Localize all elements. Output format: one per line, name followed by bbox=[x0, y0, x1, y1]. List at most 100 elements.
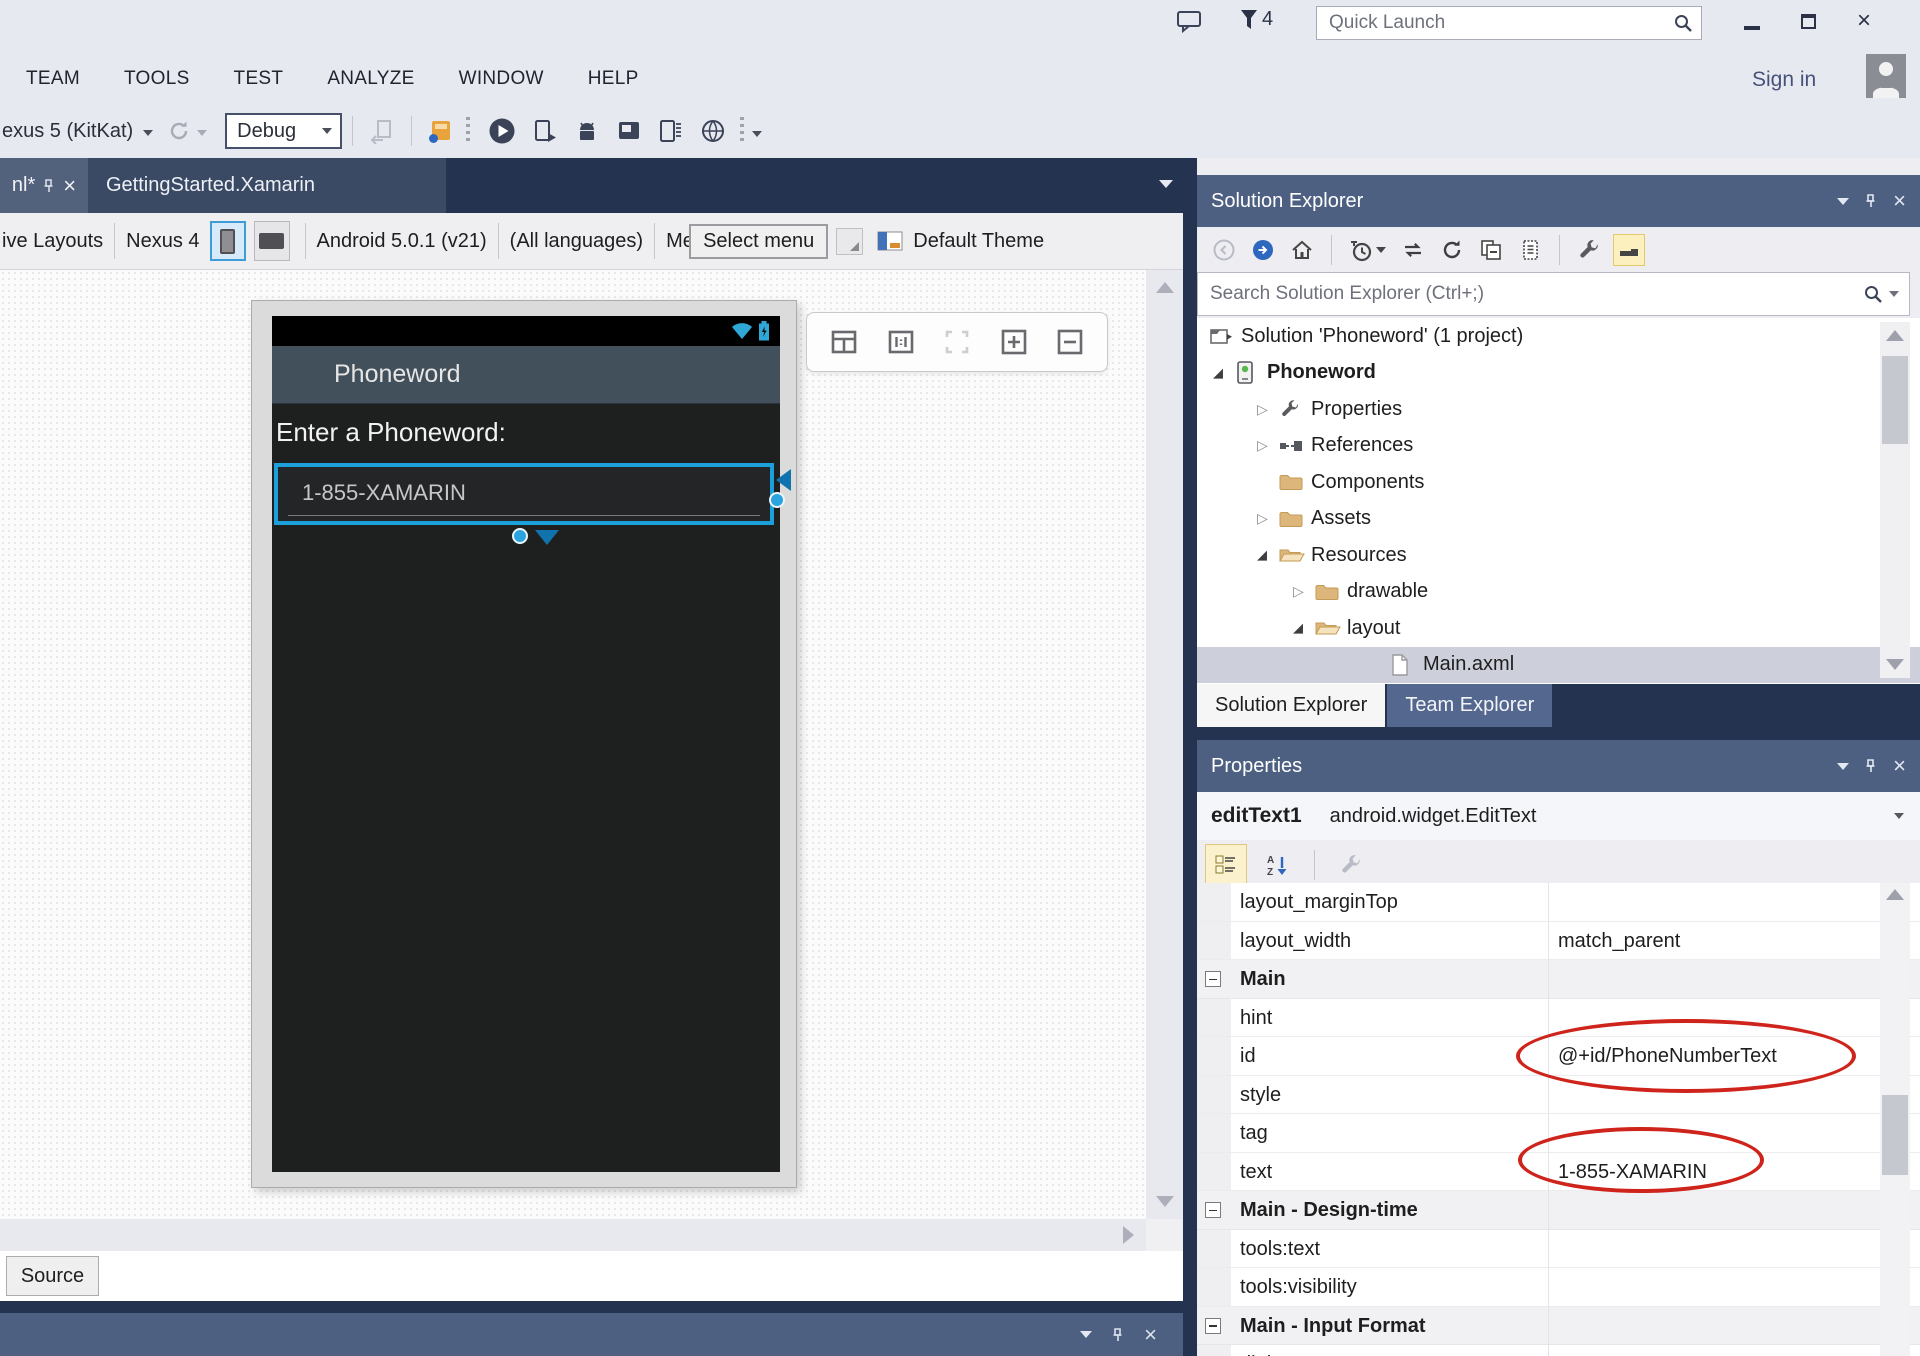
split-view-button[interactable] bbox=[829, 327, 859, 357]
chevron-down-icon[interactable] bbox=[1837, 763, 1849, 770]
edittext-widget-selected[interactable]: 1-855-XAMARIN bbox=[274, 463, 774, 525]
source-tab[interactable]: Source bbox=[6, 1256, 99, 1296]
device-dropdown-caret[interactable] bbox=[143, 130, 153, 136]
grid-column-divider[interactable] bbox=[1548, 883, 1549, 1356]
search-options-caret[interactable] bbox=[1889, 291, 1899, 297]
property-row-digits[interactable]: digits bbox=[1197, 1345, 1920, 1356]
pending-changes-button[interactable] bbox=[1346, 235, 1389, 265]
theme-selector[interactable]: Default Theme bbox=[913, 230, 1044, 253]
property-row-tools-text[interactable]: tools:text bbox=[1197, 1230, 1920, 1269]
maximize-button[interactable] bbox=[1788, 2, 1828, 40]
zoom-in-button[interactable] bbox=[999, 327, 1029, 357]
device-dropdown[interactable]: exus 5 (KitKat) bbox=[2, 120, 133, 143]
property-category-main-input-format[interactable]: Main - Input Format bbox=[1197, 1307, 1920, 1346]
refresh-devices-icon[interactable] bbox=[167, 119, 191, 143]
package-icon[interactable] bbox=[428, 119, 452, 143]
show-all-files-button[interactable] bbox=[1613, 234, 1645, 266]
scrollbar-thumb[interactable] bbox=[1882, 356, 1908, 444]
selected-object-row[interactable]: editText1 android.widget.EditText bbox=[1197, 792, 1920, 840]
config-dropdown[interactable]: Debug bbox=[225, 113, 342, 149]
menu-window[interactable]: WINDOW bbox=[457, 60, 546, 98]
toolbar-overflow-caret[interactable] bbox=[752, 131, 762, 137]
property-row-text[interactable]: text1-855-XAMARIN bbox=[1197, 1153, 1920, 1192]
tree-item-layout[interactable]: ◢layout bbox=[1197, 610, 1920, 647]
tree-item-phoneword[interactable]: ◢Phoneword bbox=[1197, 355, 1920, 392]
tab-main-axml[interactable]: nl* × bbox=[0, 158, 88, 213]
scroll-down-icon[interactable] bbox=[1886, 659, 1904, 670]
tab-team-explorer[interactable]: Team Explorer bbox=[1387, 684, 1552, 727]
tree-item-drawable[interactable]: ▷drawable bbox=[1197, 574, 1920, 611]
pin-icon[interactable] bbox=[43, 179, 55, 193]
close-icon[interactable]: × bbox=[1893, 755, 1906, 777]
scroll-up-icon[interactable] bbox=[1886, 889, 1904, 900]
pin-icon[interactable] bbox=[1865, 759, 1877, 773]
property-row-tag[interactable]: tag bbox=[1197, 1114, 1920, 1153]
zoom-out-button[interactable] bbox=[1055, 327, 1085, 357]
collapse-all-button[interactable] bbox=[1476, 235, 1506, 265]
tree-item-assets[interactable]: ▷Assets bbox=[1197, 501, 1920, 538]
expanded-expander-icon[interactable]: ◢ bbox=[1213, 365, 1235, 381]
collapsed-expander-icon[interactable]: ▷ bbox=[1293, 583, 1315, 600]
sign-in-link[interactable]: Sign in bbox=[1752, 68, 1816, 92]
actual-size-button[interactable] bbox=[886, 327, 916, 357]
menu-help[interactable]: HELP bbox=[586, 60, 641, 98]
menu-dropdown-button[interactable] bbox=[836, 228, 863, 255]
collapsed-expander-icon[interactable]: ▷ bbox=[1257, 401, 1279, 418]
refresh-button[interactable] bbox=[1437, 235, 1467, 265]
scroll-up-icon[interactable] bbox=[1156, 282, 1174, 293]
language-selector[interactable]: (All languages) bbox=[510, 230, 643, 253]
property-category-main[interactable]: Main bbox=[1197, 960, 1920, 999]
tab-solution-explorer[interactable]: Solution Explorer bbox=[1197, 684, 1385, 727]
property-row-hint[interactable]: hint bbox=[1197, 999, 1920, 1038]
selection-handle-right[interactable] bbox=[769, 492, 785, 508]
quick-launch-input[interactable] bbox=[1317, 12, 1673, 34]
property-row-id[interactable]: id@+id/PhoneNumberText bbox=[1197, 1037, 1920, 1076]
collapse-category-icon[interactable] bbox=[1205, 1202, 1221, 1218]
property-row-layout-marginTop[interactable]: layout_marginTop bbox=[1197, 883, 1920, 922]
close-button[interactable]: × bbox=[1844, 2, 1884, 40]
properties-titlebar[interactable]: Properties × bbox=[1197, 740, 1920, 792]
categorized-button[interactable] bbox=[1205, 844, 1247, 886]
property-value[interactable]: 1-855-XAMARIN bbox=[1558, 1153, 1707, 1191]
scroll-up-icon[interactable] bbox=[1886, 330, 1904, 341]
textview-widget[interactable]: Enter a Phoneword: bbox=[276, 417, 780, 448]
sdk-manager-button[interactable] bbox=[700, 118, 726, 144]
collapse-category-icon[interactable] bbox=[1205, 1318, 1221, 1334]
scroll-down-icon[interactable] bbox=[1156, 1196, 1174, 1207]
feedback-icon[interactable] bbox=[1176, 9, 1202, 33]
home-button[interactable] bbox=[1287, 235, 1317, 265]
tab-list-chevron-icon[interactable] bbox=[1159, 180, 1173, 188]
toolbar-grip[interactable] bbox=[740, 117, 744, 145]
collapsed-expander-icon[interactable]: ▷ bbox=[1257, 510, 1279, 527]
properties-wrench-button[interactable] bbox=[1574, 235, 1604, 265]
sync-button[interactable] bbox=[1398, 235, 1428, 265]
pin-icon[interactable] bbox=[1865, 194, 1877, 208]
screenshot-button[interactable] bbox=[616, 118, 642, 144]
selection-handle-bottom[interactable] bbox=[512, 528, 528, 544]
scrollbar-thumb[interactable] bbox=[1882, 1095, 1908, 1175]
start-debug-button[interactable] bbox=[488, 117, 516, 145]
tree-item-solution-phoneword-1-project-[interactable]: Solution 'Phoneword' (1 project) bbox=[1197, 318, 1920, 355]
close-icon[interactable]: × bbox=[1893, 190, 1906, 212]
device-monitor-button[interactable] bbox=[658, 118, 684, 144]
solution-search-input[interactable] bbox=[1198, 283, 1863, 305]
tree-item-components[interactable]: Components bbox=[1197, 464, 1920, 501]
selection-bottom-arrow[interactable] bbox=[535, 530, 559, 545]
pin-icon[interactable] bbox=[1112, 1328, 1124, 1342]
menu-team[interactable]: TEAM bbox=[24, 60, 82, 98]
search-icon[interactable] bbox=[1863, 284, 1883, 304]
select-menu-dropdown[interactable]: Select menu bbox=[689, 224, 828, 259]
deploy-device-button[interactable] bbox=[532, 118, 558, 144]
collapsed-expander-icon[interactable]: ▷ bbox=[1257, 437, 1279, 454]
solution-explorer-titlebar[interactable]: Solution Explorer × bbox=[1197, 175, 1920, 227]
tab-gettingstarted[interactable]: GettingStarted.Xamarin bbox=[88, 158, 446, 213]
object-dropdown-caret[interactable] bbox=[1894, 813, 1904, 819]
close-tab-icon[interactable]: × bbox=[63, 175, 76, 197]
tree-scrollbar[interactable] bbox=[1880, 322, 1910, 678]
property-row-style[interactable]: style bbox=[1197, 1076, 1920, 1115]
forward-button[interactable] bbox=[1248, 235, 1278, 265]
avatar[interactable] bbox=[1866, 54, 1906, 98]
property-row-layout-width[interactable]: layout_widthmatch_parent bbox=[1197, 922, 1920, 961]
designer-horizontal-scrollbar[interactable] bbox=[0, 1219, 1146, 1251]
selection-side-arrow[interactable] bbox=[776, 469, 791, 491]
